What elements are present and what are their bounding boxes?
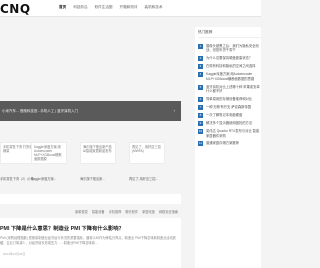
hot-item-title[interactable]: Kaggle深度方案:用Autoencoder MLP+XGBoost横断面数据… — [206, 72, 261, 81]
rank-badge: 4 — [198, 72, 203, 78]
tag-link[interactable]: 家居改造 — [142, 209, 155, 214]
tag-list: 新款首发 智能设备 手机推荐 聊天软件 家居改造 网络安全指南 — [0, 209, 181, 214]
hot-item-title[interactable]: 蓝牙耳机对比上述哪十种 苹果或安卓什么都不好 — [206, 85, 261, 94]
hot-list-item[interactable]: 9 解决多个显示器使用困扰的方法 — [198, 121, 261, 127]
card-thumbnail[interactable]: 再见了，用好这三招 (MWFA) — [129, 142, 165, 164]
tag-link[interactable]: 手机推荐 — [109, 209, 122, 214]
main-nav: 首页 科技前沿 软件生活圈 开箱和测评 装机和技术 — [59, 5, 162, 10]
hot-item-title[interactable]: 解决多个显示器使用困扰的方法 — [206, 121, 252, 125]
hot-list-item[interactable]: 10 英伟达 Quadro RTX发布与对比 智能家居器件采购 — [198, 129, 261, 138]
nav-item-tech[interactable]: 科技前沿 — [73, 5, 87, 10]
hot-list: 1 摄像头被黑之后：我们为隐私安全而战，但是年货千零千 2 为什么总要保持硬盘健康状… — [198, 44, 261, 150]
article-card-row: 手机零售下滑 打折促销量 手机零售下滑（2）价格... Kaggle深度方案:用… — [0, 142, 181, 187]
card-caption[interactable]: 海尔旗下推出新... — [80, 176, 116, 181]
sidebar-divider — [198, 37, 261, 38]
hot-item-title[interactable]: 一次了解笔记本电脑硬盘 — [206, 113, 242, 117]
hot-item-title[interactable]: 英伟达 Quadro RTX发布与对比 智能家居器件采购 — [206, 129, 261, 138]
rank-badge: 5 — [198, 84, 203, 90]
sidebar-title: 热门推荐 — [198, 30, 213, 34]
card-thumbnail[interactable]: Kaggle深度方案:用Autoencoder MLP+XGBoost横断面数据… — [31, 142, 67, 164]
nav-item-home[interactable]: 首页 — [59, 5, 66, 10]
hot-list-item[interactable]: 4 Kaggle深度方案:用Autoencoder MLP+XGBoost横断面数… — [198, 72, 261, 81]
rank-badge: 3 — [198, 64, 203, 70]
top-navigation-bar: CNQ 首页 科技前沿 软件生活圈 开箱和测评 装机和技术 — [0, 0, 261, 17]
banner-label: 小米汽车... 首席科技官...手机人工 | 蓝牙耳机入门 — [2, 109, 79, 113]
featured-banner[interactable]: 小米汽车... 首席科技官...手机人工 | 蓝牙耳机入门 › — [0, 101, 181, 121]
nav-item-reviews[interactable]: 开箱和测评 — [120, 5, 138, 10]
article-excerpt: PMI (采购经理指数) 是衡量制造业经济运行状况的重要指标，通常以50作为荣枯… — [0, 236, 176, 245]
article-preview: PMI 下降是什么意思？制造业 PMI 下降有什么影响？ PMI (采购经理指数… — [0, 218, 181, 268]
hot-list-item[interactable]: 2 为什么总要保持硬盘健康状态？ — [198, 56, 261, 62]
article-date: 2024年12月26日 — [3, 252, 26, 256]
hot-item-title[interactable]: 简单易用的存储设备推荐和对比 — [206, 97, 252, 101]
section-divider — [0, 194, 181, 204]
hot-item-title[interactable]: 普通家庭存储方案推荐 — [206, 141, 239, 145]
article-card[interactable]: 再见了，用好这三招 (MWFA) 再见了,用好这三招... — [129, 142, 165, 181]
sidebar-hot-list: 热门推荐 1 摄像头被黑之后：我们为隐私安全而战，但是年货千零千 2 为什么总要保持… — [195, 27, 261, 268]
card-caption[interactable]: 再见了,用好这三招... — [129, 176, 165, 181]
nav-item-builds[interactable]: 装机和技术 — [145, 5, 163, 10]
article-title[interactable]: PMI 下降是什么意思？制造业 PMI 下降有什么影响？ — [0, 224, 124, 232]
hot-list-item[interactable]: 7 一种'无畅'有开支 萨克森斯帝国 — [198, 104, 261, 110]
card-thumbnail[interactable]: 海尔旗下推出新产品 AI智能家居新品发布 — [80, 142, 116, 164]
rank-badge: 7 — [198, 104, 203, 110]
nav-item-software[interactable]: 软件生活圈 — [95, 5, 113, 10]
rank-badge: 11 — [198, 141, 203, 147]
thumbnail-alt-text: Kaggle深度方案:用Autoencoder MLP+XGBoost横断面数据… — [34, 145, 62, 161]
rank-badge: 9 — [198, 121, 203, 127]
card-caption[interactable]: Kaggle深度方案... — [31, 176, 67, 181]
article-card[interactable]: Kaggle深度方案:用Autoencoder MLP+XGBoost横断面数据… — [31, 142, 67, 181]
tag-link[interactable]: 新款首发 — [75, 209, 88, 214]
thumbnail-alt-text: 手机零售下滑 打折促销量 — [3, 145, 33, 153]
site-logo[interactable]: CNQ — [0, 2, 31, 16]
rank-badge: 10 — [198, 129, 203, 135]
hot-list-item[interactable]: 6 简单易用的存储设备推荐和对比 — [198, 96, 261, 102]
hot-item-title[interactable]: 一种'无畅'有开支 萨克森斯帝国 — [206, 105, 251, 109]
hot-list-item[interactable]: 5 蓝牙耳机对比上述哪十种 苹果或安卓什么都不好 — [198, 84, 261, 94]
article-card[interactable]: 海尔旗下推出新产品 AI智能家居新品发布 海尔旗下推出新... — [80, 142, 116, 181]
rank-badge: 6 — [198, 96, 203, 102]
rank-badge: 2 — [198, 56, 203, 62]
hot-list-item[interactable]: 8 一次了解笔记本电脑硬盘 — [198, 112, 261, 118]
thumbnail-alt-text: 再见了，用好这三招 (MWFA) — [132, 145, 161, 153]
next-arrow-icon[interactable]: › — [174, 108, 175, 113]
hot-list-item[interactable]: 1 摄像头被黑之后：我们为隐私安全而战，但是年货千零千 — [198, 44, 261, 53]
rank-badge: 8 — [198, 112, 203, 118]
hot-list-item[interactable]: 11 普通家庭存储方案推荐 — [198, 141, 261, 147]
hot-item-title[interactable]: 在现有科技和隐私的空间之间选择 — [206, 64, 255, 68]
tag-link[interactable]: 网络安全指南 — [159, 209, 178, 214]
thumbnail-alt-text: 海尔旗下推出新产品 AI智能家居新品发布 — [83, 145, 112, 153]
rank-badge: 1 — [198, 44, 203, 49]
tag-link[interactable]: 聊天软件 — [125, 209, 138, 214]
hot-item-title[interactable]: 摄像头被黑之后：我们为隐私安全而战，但是年货千零千 — [206, 44, 261, 53]
hot-item-title[interactable]: 为什么总要保持硬盘健康状态？ — [206, 56, 252, 60]
tag-link[interactable]: 智能设备 — [92, 209, 105, 214]
hot-list-item[interactable]: 3 在现有科技和隐私的空间之间选择 — [198, 64, 261, 70]
